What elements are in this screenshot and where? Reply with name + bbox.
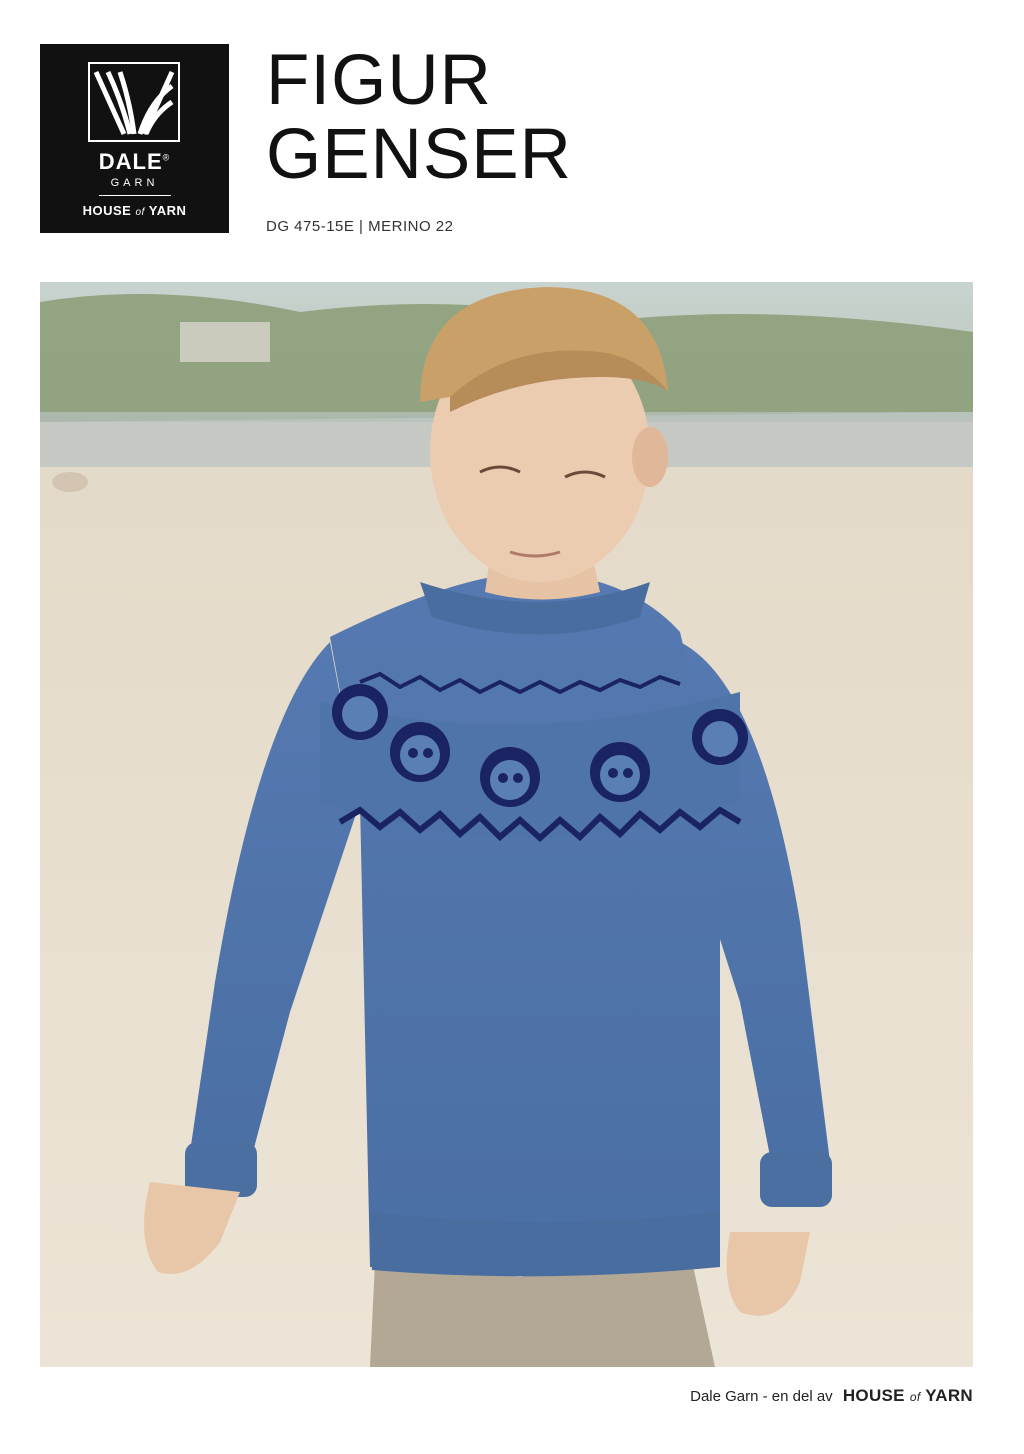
logo-house-of-yarn: HOUSE of YARN xyxy=(82,203,187,218)
logo-sub: GARN xyxy=(110,177,159,189)
logo-divider xyxy=(99,195,171,196)
page-title: FIGUR GENSER xyxy=(266,44,572,192)
footer-text: Dale Garn - en del av xyxy=(690,1388,833,1405)
footer-credit: Dale Garn - en del av HOUSE of YARN xyxy=(690,1386,973,1406)
fan-emblem-icon xyxy=(88,62,180,142)
dale-garn-logo: DALE® GARN HOUSE of YARN xyxy=(40,44,229,233)
pattern-code: DG 475-15E | MERINO 22 xyxy=(266,218,454,235)
title-line-2: GENSER xyxy=(266,115,572,194)
footer-house-of-yarn: HOUSE of YARN xyxy=(842,1386,973,1405)
logo-brand: DALE® xyxy=(98,149,171,174)
title-line-1: FIGUR xyxy=(266,41,492,120)
cover-photo xyxy=(40,282,973,1367)
photo-illustration xyxy=(40,282,973,1367)
